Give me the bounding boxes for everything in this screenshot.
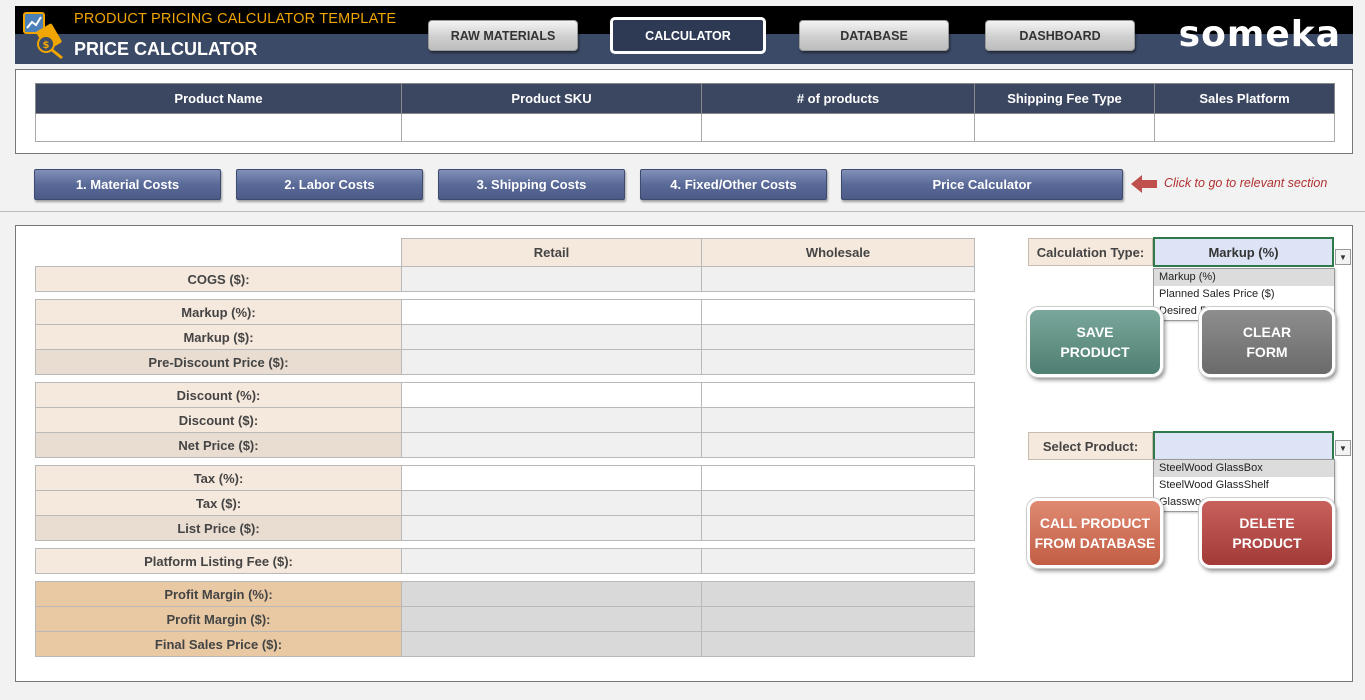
product-option[interactable]: SteelWood GlassShelf	[1154, 477, 1334, 494]
calculator-money-icon: $	[23, 12, 63, 60]
col-wholesale: Wholesale	[701, 238, 975, 267]
cogs-retail-cell	[401, 266, 702, 292]
delete-product-label: DELETE PRODUCT	[1232, 515, 1302, 551]
col-retail: Retail	[401, 238, 702, 267]
list-price-retail-cell	[401, 515, 702, 541]
col-shipping-fee-type: Shipping Fee Type	[974, 83, 1155, 114]
app-header: $ PRODUCT PRICING CALCULATOR TEMPLATE PR…	[15, 6, 1353, 64]
header-spacer	[36, 239, 402, 267]
discount-amt-retail-cell	[401, 407, 702, 433]
tax-amt-wholesale-cell	[701, 490, 975, 516]
calc-type-select[interactable]: Markup (%)	[1153, 237, 1334, 267]
num-products-input[interactable]	[701, 113, 975, 142]
price-calculator-button[interactable]: Price Calculator	[841, 169, 1123, 200]
calc-type-label: Calculation Type:	[1028, 238, 1153, 266]
list-price-wholesale-cell	[701, 515, 975, 541]
row-label-profit-margin-pct: Profit Margin (%):	[35, 581, 402, 607]
markup-amt-retail-cell	[401, 324, 702, 350]
save-product-button[interactable]: SAVE PRODUCT	[1027, 307, 1163, 377]
call-product-button[interactable]: CALL PRODUCT FROM DATABASE	[1027, 498, 1163, 568]
pricing-table: Retail Wholesale COGS ($): Markup (%): M…	[35, 238, 975, 657]
svg-text:$: $	[43, 40, 50, 51]
markup-pct-retail-cell[interactable]	[401, 299, 702, 325]
shipping-fee-type-input[interactable]	[974, 113, 1155, 142]
net-price-retail-cell	[401, 432, 702, 458]
select-product-label: Select Product:	[1028, 432, 1153, 460]
discount-pct-retail-cell[interactable]	[401, 382, 702, 408]
select-product-select[interactable]	[1153, 431, 1334, 461]
row-label-tax-amt: Tax ($):	[35, 490, 402, 516]
discount-amt-wholesale-cell	[701, 407, 975, 433]
clear-form-button[interactable]: CLEAR FORM	[1199, 307, 1335, 377]
col-product-name: Product Name	[35, 83, 402, 114]
row-label-final-sales-price: Final Sales Price ($):	[35, 631, 402, 657]
arrow-left-icon	[1131, 175, 1157, 193]
cogs-wholesale-cell	[701, 266, 975, 292]
delete-product-button[interactable]: DELETE PRODUCT	[1199, 498, 1335, 568]
final-price-wholesale-cell	[701, 631, 975, 657]
nav-database-button[interactable]: DATABASE	[799, 20, 949, 51]
profit-margin-pct-retail-cell	[401, 581, 702, 607]
tax-pct-retail-cell[interactable]	[401, 465, 702, 491]
product-info-panel: Product Name Product SKU # of products S…	[15, 69, 1353, 154]
final-price-retail-cell	[401, 631, 702, 657]
product-name-input[interactable]	[35, 113, 402, 142]
divider	[0, 211, 1365, 212]
tax-amt-retail-cell	[401, 490, 702, 516]
product-info-table: Product Name Product SKU # of products S…	[35, 83, 1335, 142]
save-product-label: SAVE PRODUCT	[1060, 324, 1130, 360]
pre-discount-retail-cell	[401, 349, 702, 375]
section-hint-text: Click to go to relevant section	[1164, 176, 1328, 190]
row-label-markup-pct: Markup (%):	[35, 299, 402, 325]
row-label-discount-pct: Discount (%):	[35, 382, 402, 408]
nav-calculator-button[interactable]: CALCULATOR	[610, 17, 766, 54]
calculator-panel: Retail Wholesale COGS ($): Markup (%): M…	[15, 225, 1353, 682]
material-costs-button[interactable]: 1. Material Costs	[34, 169, 221, 200]
brand-logo: someka	[1178, 14, 1341, 55]
platform-fee-retail-cell	[401, 548, 702, 574]
row-label-pre-discount: Pre-Discount Price ($):	[35, 349, 402, 375]
row-label-markup-amt: Markup ($):	[35, 324, 402, 350]
calc-type-option[interactable]: Markup (%)	[1154, 269, 1334, 286]
clear-form-label: CLEAR FORM	[1242, 324, 1292, 360]
labor-costs-button[interactable]: 2. Labor Costs	[236, 169, 423, 200]
platform-fee-wholesale-cell	[701, 548, 975, 574]
calc-type-option[interactable]: Planned Sales Price ($)	[1154, 286, 1334, 303]
shipping-costs-button[interactable]: 3. Shipping Costs	[438, 169, 625, 200]
product-option[interactable]: SteelWood GlassBox	[1154, 460, 1334, 477]
markup-pct-wholesale-cell[interactable]	[701, 299, 975, 325]
fixed-other-costs-button[interactable]: 4. Fixed/Other Costs	[640, 169, 827, 200]
tax-pct-wholesale-cell[interactable]	[701, 465, 975, 491]
row-label-discount-amt: Discount ($):	[35, 407, 402, 433]
row-label-cogs: COGS ($):	[35, 266, 402, 292]
call-product-label: CALL PRODUCT FROM DATABASE	[1034, 515, 1156, 551]
col-num-products: # of products	[701, 83, 975, 114]
app-subtitle: PRODUCT PRICING CALCULATOR TEMPLATE	[74, 11, 397, 27]
nav-raw-materials-button[interactable]: RAW MATERIALS	[428, 20, 578, 51]
net-price-wholesale-cell	[701, 432, 975, 458]
sales-platform-input[interactable]	[1154, 113, 1335, 142]
row-label-platform-fee: Platform Listing Fee ($):	[35, 548, 402, 574]
profit-margin-pct-wholesale-cell	[701, 581, 975, 607]
row-label-list-price: List Price ($):	[35, 515, 402, 541]
row-label-profit-margin-amt: Profit Margin ($):	[35, 606, 402, 632]
page-title: PRICE CALCULATOR	[74, 39, 258, 59]
row-label-tax-pct: Tax (%):	[35, 465, 402, 491]
nav-dashboard-button[interactable]: DASHBOARD	[985, 20, 1135, 51]
caret-down-icon[interactable]: ▼	[1335, 249, 1351, 265]
profit-margin-amt-wholesale-cell	[701, 606, 975, 632]
product-sku-input[interactable]	[401, 113, 702, 142]
caret-down-icon[interactable]: ▼	[1335, 440, 1351, 456]
row-label-net-price: Net Price ($):	[35, 432, 402, 458]
pre-discount-wholesale-cell	[701, 349, 975, 375]
col-sales-platform: Sales Platform	[1154, 83, 1335, 114]
markup-amt-wholesale-cell	[701, 324, 975, 350]
discount-pct-wholesale-cell[interactable]	[701, 382, 975, 408]
col-product-sku: Product SKU	[401, 83, 702, 114]
profit-margin-amt-retail-cell	[401, 606, 702, 632]
